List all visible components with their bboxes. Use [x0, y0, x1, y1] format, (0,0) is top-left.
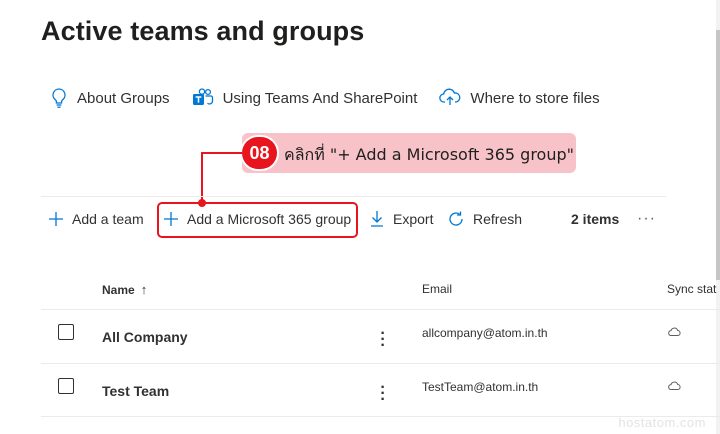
page-title: Active teams and groups — [41, 16, 365, 46]
command-bar: Add a team Add a Microsoft 365 group Exp… — [48, 206, 668, 232]
plus-icon — [49, 212, 63, 226]
row-checkbox[interactable] — [58, 324, 74, 340]
annotation-callout-text: คลิกที่ "+ Add a Microsoft 365 group" — [284, 145, 574, 164]
row-email: TestTeam@atom.in.th — [422, 380, 539, 394]
column-header-sync-status[interactable]: Sync stat — [667, 282, 716, 296]
row-more-actions-icon[interactable]: · · · — [377, 326, 389, 354]
row-more-actions-icon[interactable]: · · · — [377, 380, 389, 408]
cloud-icon — [667, 378, 681, 396]
row-divider — [41, 309, 720, 310]
item-count: 2 items — [571, 211, 620, 227]
annotation-step-badge: 08 — [242, 137, 277, 169]
row-email: allcompany@atom.in.th — [422, 326, 548, 340]
add-team-label: Add a team — [72, 211, 144, 227]
column-header-email[interactable]: Email — [422, 282, 452, 296]
lightbulb-icon — [52, 88, 66, 108]
row-name[interactable]: Test Team — [102, 383, 169, 399]
about-groups-label: About Groups — [77, 89, 170, 107]
download-icon — [371, 211, 383, 227]
column-header-name[interactable]: Name ↑ — [102, 282, 147, 297]
teams-icon — [192, 88, 213, 105]
refresh-label: Refresh — [473, 211, 523, 227]
sort-ascending-icon: ↑ — [140, 282, 148, 297]
help-links: About Groups Using Teams And SharePoint … — [50, 84, 622, 112]
watermark: hostatom.com — [618, 415, 706, 430]
row-name[interactable]: All Company — [102, 329, 188, 345]
where-to-store-files-link[interactable]: Where to store files — [439, 88, 600, 108]
more-options-button[interactable]: ··· — [637, 206, 656, 232]
export-button[interactable]: Export — [369, 206, 433, 232]
where-to-store-files-label: Where to store files — [470, 89, 600, 107]
row-checkbox[interactable] — [58, 378, 74, 394]
add-team-button[interactable]: Add a team — [48, 206, 144, 232]
export-label: Export — [393, 211, 434, 227]
cloud-upload-icon — [439, 88, 461, 105]
annotation-connector — [201, 152, 242, 154]
refresh-icon — [449, 211, 463, 226]
scrollbar-thumb[interactable] — [716, 30, 720, 280]
cloud-icon — [667, 324, 681, 342]
using-teams-sharepoint-label: Using Teams And SharePoint — [222, 89, 418, 107]
refresh-button[interactable]: Refresh — [447, 206, 522, 232]
column-header-name-label: Name — [102, 282, 135, 297]
using-teams-sharepoint-link[interactable]: Using Teams And SharePoint — [192, 88, 418, 108]
divider — [41, 196, 666, 197]
annotation-highlight-box — [157, 202, 358, 238]
row-divider — [41, 363, 720, 364]
about-groups-link[interactable]: About Groups — [50, 87, 170, 109]
